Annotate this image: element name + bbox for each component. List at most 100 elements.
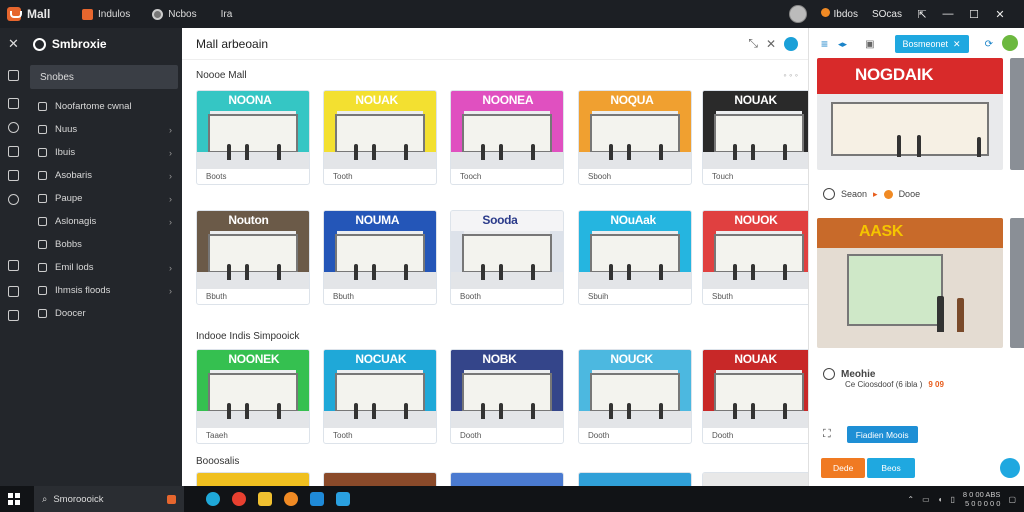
store-card[interactable]: Sooda Booth (450, 210, 564, 305)
store-card-partial[interactable] (323, 472, 437, 486)
store-sign: Sooda (451, 211, 563, 232)
search-icon: ⌕ (42, 493, 48, 505)
sidebar-item[interactable]: Noofartome cwnal (0, 95, 182, 118)
store-card[interactable]: NOUOK Sbuth (702, 210, 808, 305)
tab-indulos[interactable]: Indulos (82, 8, 130, 20)
battery-icon[interactable]: ▯ (951, 495, 955, 504)
folder-icon[interactable] (258, 492, 272, 506)
home-icon[interactable] (8, 70, 19, 81)
store-caption: Tooch (460, 172, 482, 181)
store-card-partial[interactable] (450, 472, 564, 486)
store-card[interactable]: NOONA Boots (196, 90, 310, 185)
section-title-1: Noooe Mall (196, 70, 247, 81)
store-caption: Taaeh (206, 431, 228, 440)
notification-icon[interactable]: ▢ (1008, 495, 1016, 504)
grid-icon (82, 8, 93, 20)
section-title-2: Indooe Indis Simpooick (196, 331, 300, 342)
store-image-secondary[interactable]: AASK (817, 218, 1003, 348)
next-image-peek-2[interactable] (1010, 218, 1024, 348)
next-image-peek[interactable] (1010, 58, 1024, 170)
sidebar-item[interactable]: Nuus › (0, 118, 182, 141)
tab-ira[interactable]: Ira (221, 9, 233, 20)
sidebar-item[interactable]: Paupe › (0, 187, 182, 210)
store-card[interactable]: NOCUAK Tooth (323, 349, 437, 444)
store-icon[interactable] (336, 492, 350, 506)
store-card[interactable]: NOUCK Dooth (578, 349, 692, 444)
open-button[interactable]: Bosmeonet ✕ (894, 35, 969, 53)
bookmark-icon[interactable]: ▣ (865, 39, 874, 50)
windows-start-icon[interactable] (8, 493, 20, 505)
store-card[interactable]: NOuAak Sbuih (578, 210, 692, 305)
menu-icon[interactable]: ≡ (821, 37, 828, 51)
sidebar-item-label: Aslonagis (55, 216, 97, 227)
blue-button[interactable]: Beos (867, 458, 915, 478)
store-card[interactable]: NOUAK Dooth (702, 349, 808, 444)
store-caption: Sbuth (712, 292, 733, 301)
clock[interactable]: 8 0 00 ABS 5 0 0 0 0 0 (963, 490, 1001, 508)
cortana-icon[interactable] (206, 492, 220, 506)
store-card[interactable]: Nouton Bbuth (196, 210, 310, 305)
button-row: Dede Beos (821, 458, 915, 478)
restore-icon[interactable]: ⇱ (916, 8, 928, 21)
location-icon (823, 188, 835, 200)
sidebar-item[interactable]: Bobbs (0, 233, 182, 256)
user-avatar-green[interactable] (1002, 35, 1018, 51)
section-menu-icon[interactable]: ◦ ◦ ◦ (783, 70, 798, 80)
folder-icon (38, 240, 47, 249)
taskbar-apps (206, 492, 350, 506)
sidebar-item[interactable]: Ihmsis floods › (0, 279, 182, 302)
store-caption: Dooth (712, 431, 734, 440)
chrome-icon[interactable] (232, 492, 246, 506)
store-card[interactable]: NOONEA Tooch (450, 90, 564, 185)
expand-icon[interactable]: ⤡ (748, 36, 758, 51)
primary-action-button[interactable]: Fiadien Moois (846, 426, 918, 443)
store-card[interactable]: NOQUA Sbooh (578, 90, 692, 185)
store-image-primary[interactable]: NOGDAIK (817, 58, 1003, 170)
user-avatar[interactable] (788, 5, 807, 23)
edge-icon[interactable] (310, 492, 324, 506)
sidebar-item[interactable]: Ibuis › (0, 141, 182, 164)
pin-icon[interactable]: ✕ (766, 37, 776, 51)
header-tools: ⤡ ✕ (748, 36, 798, 51)
sidebar: ✕ Smbroxie Snobes Noofartome cwnal Nuus › I… (0, 28, 182, 486)
list-icon[interactable]: ◂▸ (838, 39, 847, 50)
tab-ncbos[interactable]: Ncbos (152, 8, 197, 20)
sidebar-search[interactable]: Snobes (30, 65, 178, 89)
sidebar-item[interactable]: Asobaris › (0, 164, 182, 187)
chat-fab-button[interactable] (1000, 458, 1020, 478)
tray-expand-icon[interactable]: ⌃ (907, 495, 914, 504)
app-brand[interactable]: Mall (0, 7, 70, 21)
store-card[interactable]: NOUAK Tooth (323, 90, 437, 185)
refresh-icon[interactable]: ⟳ (985, 39, 993, 50)
minimize-icon[interactable]: — (942, 8, 954, 20)
sidebar-item-label: Bobbs (55, 239, 82, 250)
store-card[interactable]: NOUAK Touch (702, 90, 808, 185)
store-card-partial[interactable] (196, 472, 310, 486)
maximize-icon[interactable]: ☐ (968, 8, 980, 21)
orange-button[interactable]: Dede (821, 458, 866, 478)
share-icon[interactable] (784, 36, 798, 51)
sidebar-item[interactable]: Aslonagis › (0, 210, 182, 233)
store-card[interactable]: NOUMA Bbuth (323, 210, 437, 305)
chevron-right-icon: › (169, 285, 172, 296)
store-image: Sooda (451, 211, 563, 289)
store-card-partial[interactable] (702, 472, 808, 486)
close-small-icon: ✕ (953, 38, 961, 49)
store-image: NOUAK (703, 350, 808, 428)
user-status[interactable]: SOcas (872, 9, 902, 20)
store-card-partial[interactable] (578, 472, 692, 486)
volume-icon[interactable]: ◖ (938, 495, 943, 504)
sidebar-item[interactable]: Emil lods › (0, 256, 182, 279)
chevron-right-icon: › (169, 216, 172, 227)
network-icon[interactable]: ▭ (922, 495, 930, 504)
store-card[interactable]: NOBK Dooth (450, 349, 564, 444)
sidebar-item-label: Ibuis (55, 147, 76, 158)
store-image: NOUAK (703, 91, 808, 169)
sidebar-item[interactable]: Doocer (0, 302, 182, 325)
taskbar-search[interactable]: ⌕ Smoroooick (34, 486, 184, 512)
store-card[interactable]: NOONEK Taaeh (196, 349, 310, 444)
firefox-icon[interactable] (284, 492, 298, 506)
user-name[interactable]: Ibdos (820, 8, 858, 20)
store-caption: Boots (206, 172, 227, 181)
close-icon[interactable]: ✕ (994, 8, 1006, 21)
